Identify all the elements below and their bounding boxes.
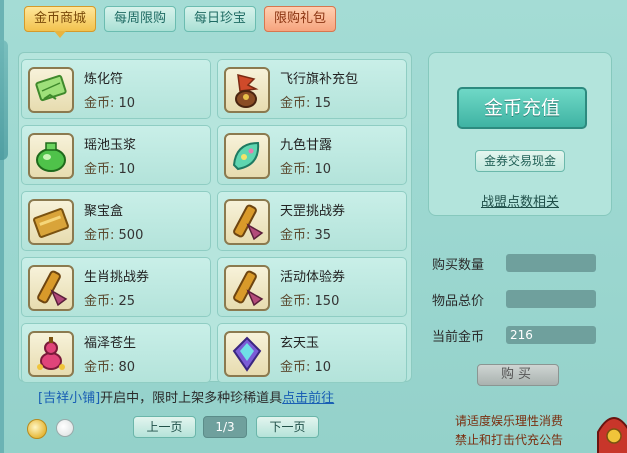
item-card-yaochi[interactable]: 瑶池玉浆 金币: 10 — [21, 125, 211, 185]
scroll-icon — [224, 265, 270, 311]
tab-gold-shop[interactable]: 金币商城 — [24, 6, 97, 38]
item-card-tiangang[interactable]: 天罡挑战券 金币: 35 — [217, 191, 407, 251]
tab-limited-pack[interactable]: 限购礼包 — [264, 6, 337, 32]
total-price-label: 物品总价 — [432, 294, 485, 309]
item-card-fuze[interactable]: 福泽苍生 金币: 80 — [21, 323, 211, 383]
prev-page-button[interactable]: 上一页 — [133, 416, 196, 438]
item-name: 九色甘露 — [280, 138, 333, 153]
item-price: 金币: 10 — [84, 96, 136, 111]
current-gold-field: 216 — [506, 326, 596, 344]
talisman-icon — [28, 67, 74, 113]
silver-toggle-icon[interactable] — [56, 419, 74, 437]
item-price: 金币: 35 — [280, 228, 332, 243]
jade-pot-icon — [28, 133, 74, 179]
item-price: 金币: 15 — [280, 96, 332, 111]
item-name: 聚宝盒 — [84, 204, 124, 219]
current-gold-label: 当前金币 — [432, 330, 485, 345]
coin-toggle-icon[interactable] — [27, 419, 47, 439]
gold-recharge-button[interactable]: 金币充值 — [457, 87, 587, 129]
item-card-lianhuafu[interactable]: 炼化符 金币: 10 — [21, 59, 211, 119]
dew-leaf-icon — [224, 133, 270, 179]
item-name: 福泽苍生 — [84, 336, 137, 351]
corner-mascot-icon[interactable] — [594, 402, 627, 453]
item-card-jiuse[interactable]: 九色甘露 金币: 10 — [217, 125, 407, 185]
total-price-field — [506, 290, 596, 308]
item-grid: 炼化符 金币: 10 飞行旗补充包 金币: 15 瑶池玉浆 金币: 10 九色甘… — [18, 52, 412, 383]
item-price: 金币: 25 — [84, 294, 136, 309]
item-price: 金币: 10 — [280, 162, 332, 177]
buy-button[interactable]: 购买 — [477, 364, 559, 386]
gourd-icon — [28, 331, 74, 377]
item-name: 天罡挑战券 — [280, 204, 346, 219]
jade-gem-icon — [224, 331, 270, 377]
alliance-points-link[interactable]: 战盟点数相关 — [475, 191, 565, 210]
notice-shop-name: [吉祥小铺] — [38, 391, 101, 406]
treasure-box-icon — [28, 199, 74, 245]
notice-text: 开启中，限时上架多种珍稀道具 — [100, 391, 283, 406]
item-card-xuantianyu[interactable]: 玄天玉 金币: 10 — [217, 323, 407, 383]
item-card-jubaohe[interactable]: 聚宝盒 金币: 500 — [21, 191, 211, 251]
buy-quantity-field[interactable] — [506, 254, 596, 272]
item-price: 金币: 80 — [84, 360, 136, 375]
item-price: 金币: 150 — [280, 294, 340, 309]
scroll-icon — [28, 265, 74, 311]
item-price: 金币: 10 — [280, 360, 332, 375]
item-name: 玄天玉 — [280, 336, 320, 351]
shop-notice: [吉祥小铺]开启中，限时上架多种珍稀道具点击前往 — [38, 387, 334, 406]
item-name: 炼化符 — [84, 72, 124, 87]
flag-bag-icon — [224, 67, 270, 113]
tab-weekly-limited[interactable]: 每周限购 — [104, 6, 177, 32]
buy-quantity-label: 购买数量 — [432, 258, 485, 273]
voucher-exchange-button[interactable]: 金券交易现金 — [475, 150, 565, 172]
window-edge-decoration — [0, 40, 8, 160]
page-indicator: 1/3 — [203, 416, 247, 438]
notice-go-link[interactable]: 点击前往 — [282, 391, 334, 406]
item-name: 飞行旗补充包 — [280, 72, 359, 87]
scroll-icon — [224, 199, 270, 245]
item-name: 瑶池玉浆 — [84, 138, 137, 153]
item-price: 金币: 10 — [84, 162, 136, 177]
tab-daily-treasure[interactable]: 每日珍宝 — [184, 6, 257, 32]
item-price: 金币: 500 — [84, 228, 144, 243]
tip-anti-recharge[interactable]: 禁止和打击代充公告 — [455, 431, 563, 448]
recharge-panel: 金币充值 金券交易现金 战盟点数相关 — [428, 52, 612, 216]
item-name: 活动体验券 — [280, 270, 346, 285]
item-card-huodong[interactable]: 活动体验券 金币: 150 — [217, 257, 407, 317]
item-name: 生肖挑战券 — [84, 270, 150, 285]
item-card-flag-pack[interactable]: 飞行旗补充包 金币: 15 — [217, 59, 407, 119]
shop-tabs: 金币商城 每周限购 每日珍宝 限购礼包 — [24, 6, 337, 38]
item-card-shengxiao[interactable]: 生肖挑战券 金币: 25 — [21, 257, 211, 317]
tip-moderate-play: 请适度娱乐理性消费 — [455, 414, 564, 428]
next-page-button[interactable]: 下一页 — [256, 416, 319, 438]
